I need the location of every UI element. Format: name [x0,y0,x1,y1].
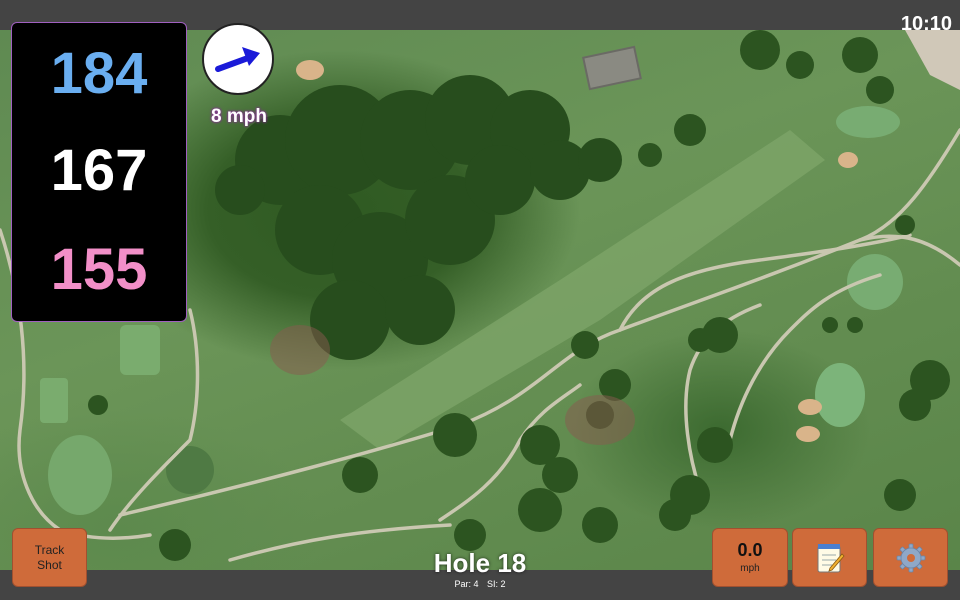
green [48,435,112,515]
distance-panel: 184 167 155 [11,22,187,322]
bunker [296,60,324,80]
clock: 10:10 [900,13,952,35]
speed-value: 0.0 [737,540,763,561]
notepad-icon [817,543,845,572]
wind-indicator [202,23,274,95]
tee-box [40,378,68,423]
hole-title: Hole 18 [433,548,527,578]
back-distance: 184 [50,41,148,106]
notes-button[interactable] [792,528,867,587]
bunker [798,399,822,415]
green [166,446,214,494]
wind-speed-label: 8 mph [211,106,267,127]
front-distance: 155 [50,237,148,302]
bunker [796,426,820,442]
hole-info: Hole 18 Par: 4 SI: 2 [380,550,580,589]
track-shot-label-line2: Shot [37,557,62,572]
hole-stroke-index: SI: 2 [487,579,506,589]
middle-distance: 167 [50,138,148,203]
building [582,45,642,91]
building [905,30,960,90]
green [815,363,865,427]
hole-details: Par: 4 SI: 2 [380,579,580,589]
speed-unit: mph [740,562,760,574]
speed-button[interactable]: 0.0 mph [712,528,788,587]
settings-button[interactable] [873,528,948,587]
gear-icon [896,543,925,572]
arrow-icon [215,47,260,72]
hole-par: Par: 4 [454,579,479,589]
tee-box [120,325,160,375]
bunker [838,152,858,168]
green [836,106,900,138]
track-shot-label-line1: Track [34,542,65,557]
track-shot-button[interactable]: Track Shot [12,528,87,587]
